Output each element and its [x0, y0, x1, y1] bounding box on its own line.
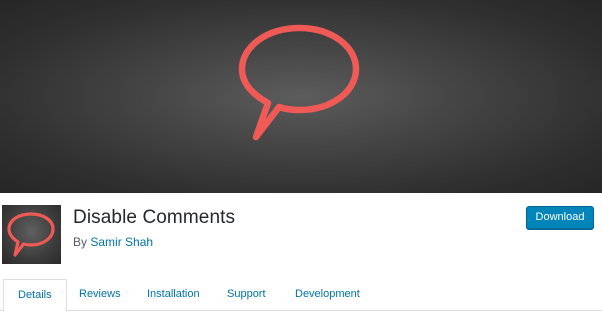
plugin-page: Disable Comments By Samir Shah Download … — [0, 0, 602, 321]
speech-bubble-icon — [238, 24, 360, 141]
tab-development[interactable]: Development — [295, 279, 360, 311]
speech-bubble-icon — [7, 212, 55, 257]
plugin-icon — [2, 205, 61, 264]
tab-details[interactable]: Details — [3, 279, 67, 312]
author-link[interactable]: Samir Shah — [90, 235, 153, 249]
plugin-title: Disable Comments — [73, 207, 236, 228]
byline-prefix: By — [73, 235, 88, 249]
tab-support[interactable]: Support — [227, 279, 266, 311]
download-button[interactable]: Download — [526, 206, 594, 229]
plugin-byline: By Samir Shah — [73, 235, 153, 249]
tab-installation[interactable]: Installation — [147, 279, 200, 311]
tab-reviews[interactable]: Reviews — [79, 279, 121, 311]
plugin-tabs: Details Reviews Installation Support Dev… — [0, 279, 602, 312]
plugin-banner — [0, 0, 602, 193]
